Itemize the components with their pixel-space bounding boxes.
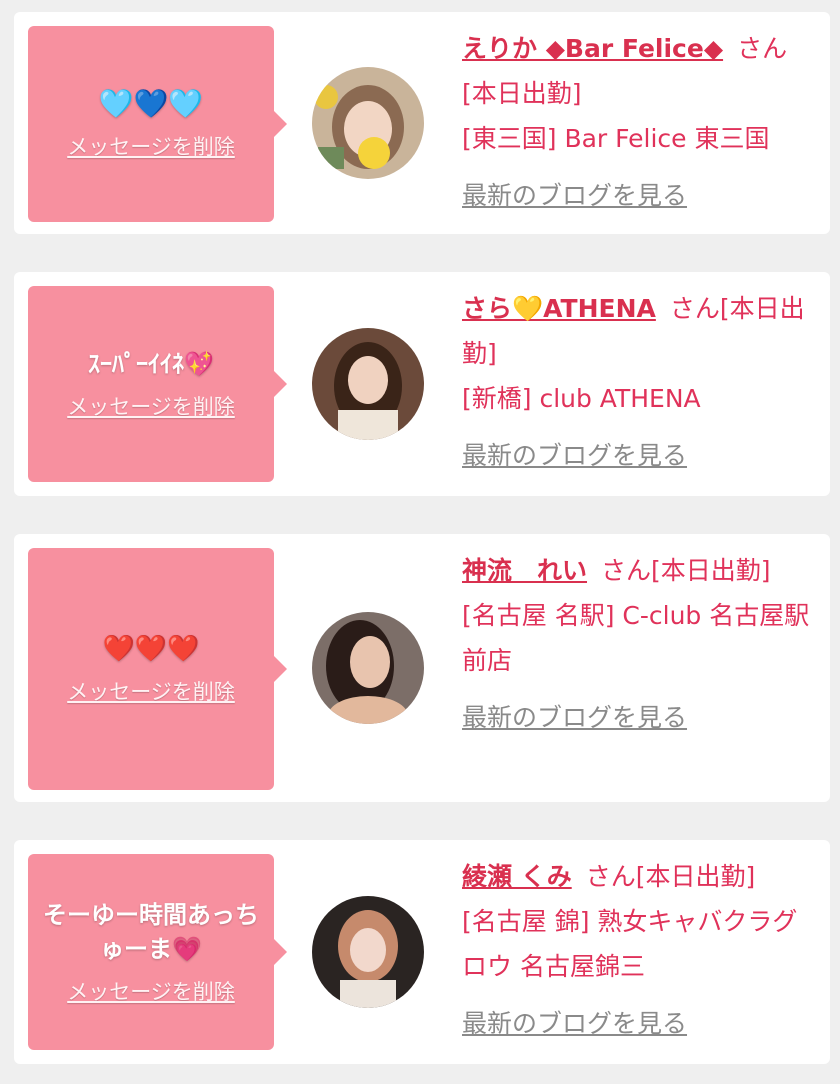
delete-message-link[interactable]: メッセージを削除 bbox=[67, 131, 235, 161]
message-card: ❤️❤️❤️ メッセージを削除 神流 れい さん[本日出勤] [名古屋 名駅] C… bbox=[14, 534, 830, 802]
view-blog-link[interactable]: 最新のブログを見る bbox=[462, 695, 687, 740]
message-text: そーゆー時間あっちゅーま💗 bbox=[43, 901, 259, 963]
message-card: ｽｰﾊﾟｰｲｲﾈ💖 メッセージを削除 さら💛ATHENA さん[本日出勤] [新橋… bbox=[14, 272, 830, 496]
delete-message-link[interactable]: メッセージを削除 bbox=[67, 976, 235, 1006]
delete-message-link[interactable]: メッセージを削除 bbox=[67, 391, 235, 421]
profile-name-link[interactable]: さら💛ATHENA bbox=[462, 294, 656, 323]
store-text: [東三国] Bar Felice 東三国 bbox=[462, 124, 770, 153]
message-text: 🩵💙🩵 bbox=[98, 87, 204, 120]
profile-photo-avatar-icon bbox=[312, 67, 424, 179]
profile-photo-avatar-icon bbox=[312, 896, 424, 1008]
message-text: ❤️❤️❤️ bbox=[102, 634, 200, 664]
message-card: そーゆー時間あっちゅーま💗 メッセージを削除 綾瀬 くみ さん[本日出勤] [名古… bbox=[14, 840, 830, 1064]
profile-photo-avatar-icon bbox=[312, 612, 424, 724]
store-text: [名古屋 錦] 熟女キャバクラグロウ 名古屋錦三 bbox=[462, 907, 798, 981]
store-text: [新橋] club ATHENA bbox=[462, 384, 701, 413]
store-text: [名古屋 名駅] C-club 名古屋駅前店 bbox=[462, 601, 810, 675]
status-text: さん[本日出勤] bbox=[601, 556, 771, 585]
avatar[interactable] bbox=[312, 896, 424, 1008]
avatar[interactable] bbox=[312, 612, 424, 724]
view-blog-link[interactable]: 最新のブログを見る bbox=[462, 1001, 687, 1046]
avatar[interactable] bbox=[312, 328, 424, 440]
profile-info: 綾瀬 くみ さん[本日出勤] [名古屋 錦] 熟女キャバクラグロウ 名古屋錦三 最… bbox=[462, 854, 814, 1046]
profile-photo-avatar-icon bbox=[312, 328, 424, 440]
avatar[interactable] bbox=[312, 67, 424, 179]
message-bubble: 🩵💙🩵 メッセージを削除 bbox=[28, 26, 287, 222]
message-card: 🩵💙🩵 メッセージを削除 えりか ◆Bar Felice◆ さん[本日出勤] [東… bbox=[14, 12, 830, 234]
delete-message-link[interactable]: メッセージを削除 bbox=[67, 676, 235, 706]
message-bubble: ｽｰﾊﾟｰｲｲﾈ💖 メッセージを削除 bbox=[28, 286, 287, 482]
profile-name-link[interactable]: えりか ◆Bar Felice◆ bbox=[462, 34, 723, 63]
profile-info: さら💛ATHENA さん[本日出勤] [新橋] club ATHENA 最新のブロ… bbox=[462, 286, 814, 478]
profile-info: 神流 れい さん[本日出勤] [名古屋 名駅] C-club 名古屋駅前店 最新の… bbox=[462, 548, 814, 740]
profile-name-link[interactable]: 綾瀬 くみ bbox=[462, 862, 572, 891]
status-text: さん[本日出勤] bbox=[585, 862, 756, 891]
message-bubble: ❤️❤️❤️ メッセージを削除 bbox=[28, 548, 287, 790]
profile-name-link[interactable]: 神流 れい bbox=[462, 556, 587, 585]
message-bubble: そーゆー時間あっちゅーま💗 メッセージを削除 bbox=[28, 854, 287, 1050]
view-blog-link[interactable]: 最新のブログを見る bbox=[462, 173, 687, 218]
profile-info: えりか ◆Bar Felice◆ さん[本日出勤] [東三国] Bar Felic… bbox=[462, 26, 814, 218]
message-text: ｽｰﾊﾟｰｲｲﾈ💖 bbox=[88, 350, 214, 378]
view-blog-link[interactable]: 最新のブログを見る bbox=[462, 433, 687, 478]
